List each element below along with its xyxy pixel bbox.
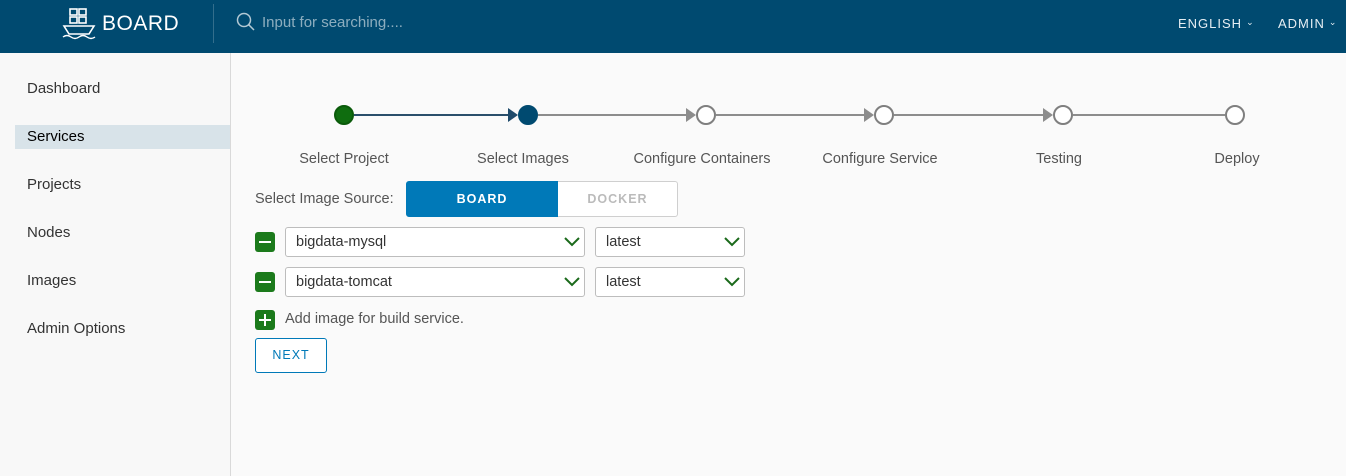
image-name-select[interactable]: bigdata-mysql [285, 227, 585, 257]
sidebar-item-nodes[interactable]: Nodes [15, 221, 230, 245]
step-arrow-icon [686, 108, 696, 122]
image-tag-value: latest [606, 234, 641, 250]
step-dot-configure-service [874, 105, 894, 125]
user-menu[interactable]: ADMIN ⌄ [1278, 16, 1337, 31]
image-name-value: bigdata-mysql [296, 234, 387, 250]
step-connector [1073, 114, 1225, 116]
chevron-down-icon [724, 277, 740, 287]
image-tag-value: latest [606, 274, 641, 290]
language-menu[interactable]: ENGLISH ⌄ [1178, 16, 1255, 31]
top-header: BOARD ENGLISH ⌄ ADMIN ⌄ [0, 0, 1346, 53]
sidebar-item-services[interactable]: Services [15, 125, 230, 149]
sidebar-nav: Dashboard Services Projects Nodes Images… [0, 53, 231, 476]
step-dot-select-project [334, 105, 354, 125]
step-dot-deploy [1225, 105, 1245, 125]
image-row: bigdata-tomcat latest [255, 267, 745, 297]
step-arrow-icon [1043, 108, 1053, 122]
wizard-stepper: Select Project Select Images Configure C… [231, 53, 1346, 183]
user-label: ADMIN [1278, 16, 1325, 31]
step-dot-select-images [518, 105, 538, 125]
step-connector [894, 114, 1045, 116]
step-dot-testing [1053, 105, 1073, 125]
search-input[interactable] [262, 13, 562, 31]
sidebar-item-projects[interactable]: Projects [15, 173, 230, 197]
sidebar-item-dashboard[interactable]: Dashboard [15, 77, 230, 101]
chevron-down-icon [564, 237, 580, 247]
chevron-down-icon [724, 237, 740, 247]
step-dot-configure-containers [696, 105, 716, 125]
chevron-down-icon: ⌄ [1246, 17, 1255, 27]
step-label: Configure Containers [633, 151, 771, 167]
ship-logo-icon [62, 8, 96, 40]
image-name-value: bigdata-tomcat [296, 274, 392, 290]
step-connector [716, 114, 866, 116]
image-name-select[interactable]: bigdata-tomcat [285, 267, 585, 297]
docker-hub-button[interactable]: DOCKER HUB [558, 181, 678, 240]
step-connector [538, 114, 688, 116]
step-arrow-icon [508, 108, 518, 122]
remove-image-icon[interactable] [255, 272, 275, 292]
sidebar-item-images[interactable]: Images [15, 269, 230, 293]
search-icon [236, 12, 255, 31]
image-row: bigdata-mysql latest [255, 227, 745, 257]
chevron-down-icon: ⌄ [1328, 17, 1338, 27]
image-source-toggle: BOARD REGISTRY DOCKER HUB [406, 181, 678, 240]
remove-image-icon[interactable] [255, 232, 275, 252]
brand-name: BOARD [102, 12, 180, 35]
brand-logo[interactable]: BOARD [62, 8, 179, 40]
step-label: Configure Service [822, 151, 938, 167]
add-image-label[interactable]: Add image for build service. [285, 311, 464, 327]
image-tag-select[interactable]: latest [595, 227, 745, 257]
step-arrow-icon [864, 108, 874, 122]
step-label: Select Images [477, 151, 569, 167]
step-connector [354, 114, 514, 116]
search-bar [236, 12, 562, 32]
add-image-icon[interactable] [255, 310, 275, 330]
language-label: ENGLISH [1178, 16, 1243, 31]
step-label: Select Project [299, 151, 389, 167]
chevron-down-icon [564, 277, 580, 287]
header-divider [213, 4, 214, 43]
step-label: Deploy [1214, 151, 1260, 167]
image-source-label: Select Image Source: [255, 191, 394, 207]
image-tag-select[interactable]: latest [595, 267, 745, 297]
step-label: Testing [1036, 151, 1082, 167]
board-registry-button[interactable]: BOARD REGISTRY [406, 181, 558, 240]
sidebar-item-admin-options[interactable]: Admin Options [15, 317, 230, 341]
next-button[interactable]: NEXT [255, 338, 327, 373]
